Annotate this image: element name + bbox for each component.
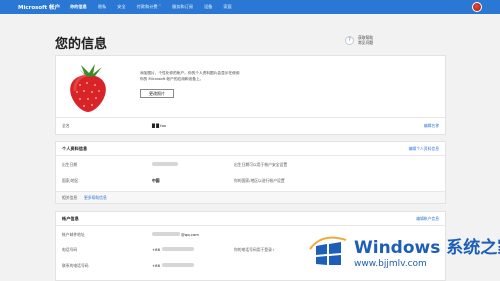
region-value: 中国 <box>152 178 160 183</box>
watermark: Windows 系统之家 www.bjjmlv.com <box>308 228 500 278</box>
brand-logo-text[interactable]: Microsoft 帐户 <box>18 3 60 11</box>
alt-phone-redacted <box>162 263 194 267</box>
strawberry-profile-photo <box>70 64 106 112</box>
more-help-link[interactable]: 更多帮助信息 <box>84 195 107 201</box>
divider <box>56 225 445 226</box>
region-label: 国家/地区 <box>62 178 79 183</box>
nav-services-subscriptions[interactable]: 服务和订阅 <box>172 4 193 10</box>
related-info-label: 相关信息 <box>62 195 78 200</box>
nav-family[interactable]: 家庭 <box>223 4 231 10</box>
email-value: @qq.com <box>181 232 199 237</box>
edit-account-info-link[interactable]: 编辑帐户信息 <box>416 216 439 222</box>
help-link[interactable]: ? 获取帮助 常见问题 <box>345 35 373 45</box>
personal-info-card: 个人资料信息 编辑个人资料信息 出生日期 出生日期可以用于帐户安全设置 国家/地… <box>55 141 446 204</box>
top-navigation-bar: Microsoft 帐户 你的信息 隐私 安全 付款和计费 ˅ 服务和订阅 设备… <box>0 0 500 14</box>
alt-phone-label: 联系的电话号码 <box>62 263 89 268</box>
phone-prefix: +86 <box>152 247 161 252</box>
nav-devices[interactable]: 设备 <box>204 4 212 10</box>
divider <box>56 117 445 118</box>
help-text: 获取帮助 常见问题 <box>358 35 373 45</box>
phone-note: 你的电话号码用于登录 i <box>234 247 275 252</box>
nav-payment-billing[interactable]: 付款和计费 ˅ <box>137 4 161 10</box>
phone-label: 电话号码 <box>62 247 78 252</box>
edit-personal-info-link[interactable]: 编辑个人资料信息 <box>409 146 439 152</box>
region-note: 你的国家/地区以进行帐户设置 <box>234 178 285 183</box>
full-name-value: █ █ fox <box>152 123 167 128</box>
watermark-url: www.bjjmlv.com <box>354 259 427 269</box>
nav-your-info[interactable]: 你的信息 <box>70 4 87 10</box>
profile-description-line-2: 你的 Microsoft 帐户的应用和设备上。 <box>140 77 204 81</box>
email-label: 帐户邮件地址 <box>62 232 85 237</box>
edit-name-link[interactable]: 编辑名称 <box>424 123 439 129</box>
birthday-label: 出生日期 <box>62 162 78 167</box>
phone-redacted <box>162 247 194 251</box>
windows-logo-icon <box>309 236 347 265</box>
full-name-label: 全名 <box>62 123 70 128</box>
user-avatar[interactable] <box>472 2 482 12</box>
change-photo-button[interactable]: 更改照片 <box>140 89 174 98</box>
personal-info-title: 个人资料信息 <box>62 146 88 151</box>
email-redacted <box>152 232 180 236</box>
profile-description: 添加图片，个性化你的帐户。你的个人资料图片会显示在使用 你的 Microsoft… <box>140 70 300 82</box>
alt-phone-prefix: +86 <box>152 263 161 268</box>
birthday-note: 出生日期可以用于帐户安全设置 <box>234 162 288 167</box>
nav-privacy[interactable]: 隐私 <box>98 4 106 10</box>
help-icon: ? <box>345 35 354 45</box>
account-info-title: 帐户信息 <box>62 216 79 221</box>
help-subtitle: 常见问题 <box>358 40 374 45</box>
birthday-value-redacted <box>152 162 178 166</box>
divider <box>56 155 445 156</box>
watermark-title: Windows 系统之家 <box>354 238 500 258</box>
page-title: 您的信息 <box>55 37 108 52</box>
profile-card: 添加图片，个性化你的帐户。你的个人资料图片会显示在使用 你的 Microsoft… <box>55 55 446 135</box>
nav-security[interactable]: 安全 <box>117 4 125 10</box>
personal-footer: 相关信息 更多帮助信息 <box>56 191 445 203</box>
